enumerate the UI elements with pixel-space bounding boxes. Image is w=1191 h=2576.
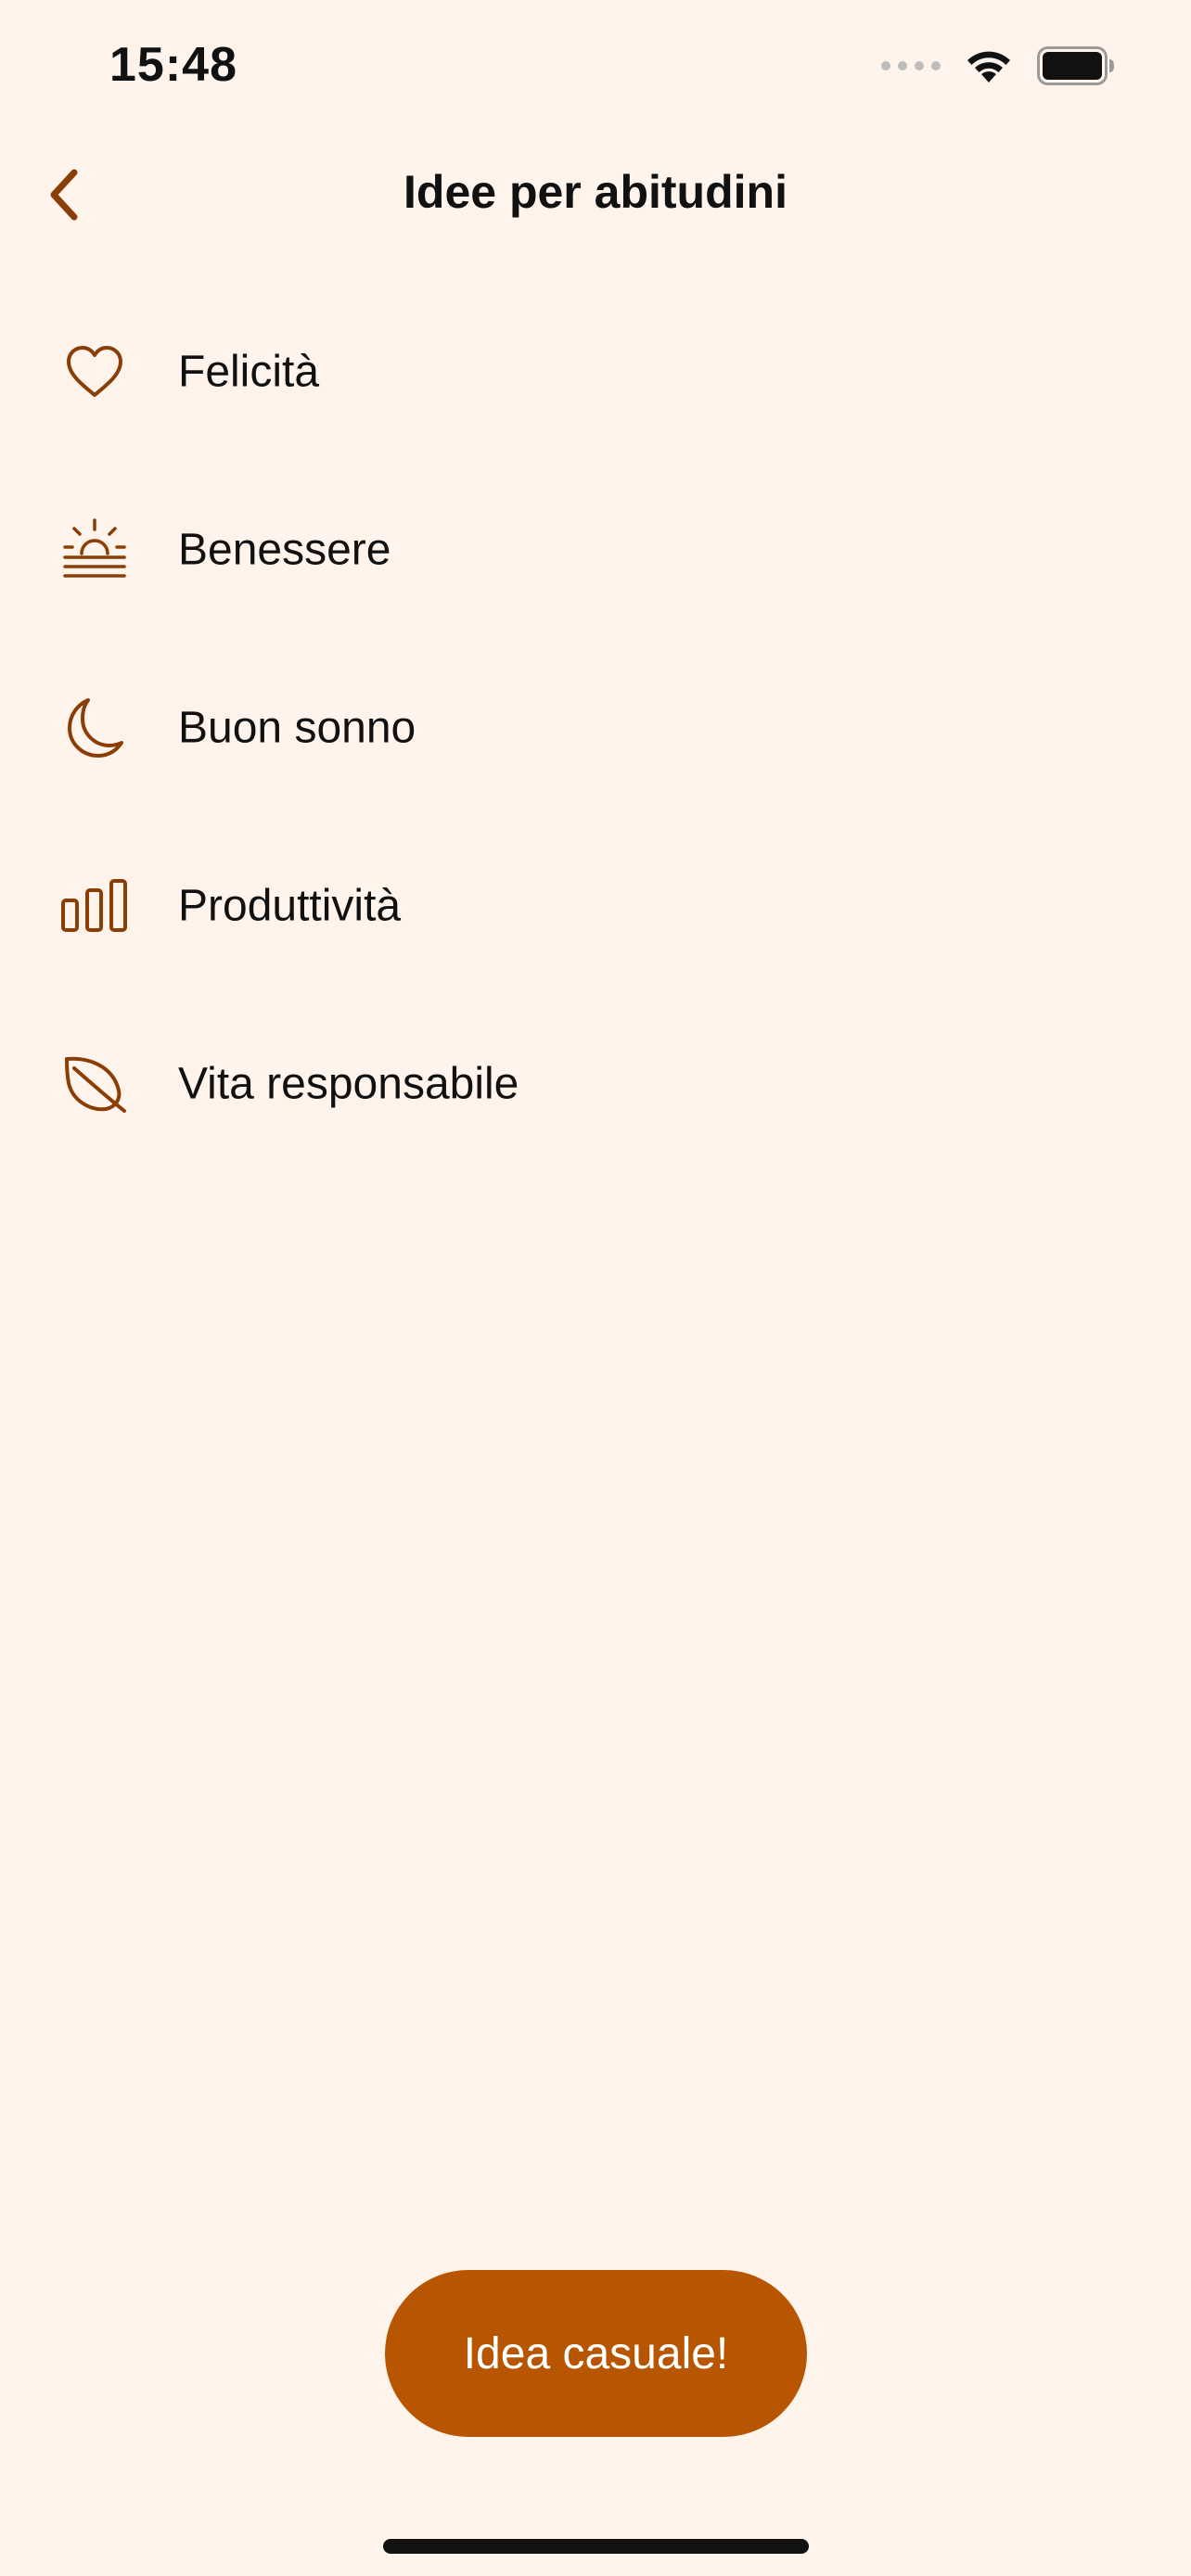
- habit-ideas-screen: 15:48 Idee per abitudini Felicità Beness…: [0, 0, 1191, 2576]
- category-item-felicita[interactable]: Felicità: [0, 283, 1191, 461]
- status-bar: 15:48: [0, 0, 1191, 130]
- status-icons: [881, 46, 1115, 85]
- navigation-bar: Idee per abitudini: [0, 139, 1191, 241]
- category-item-benessere[interactable]: Benessere: [0, 461, 1191, 639]
- battery-icon: [1037, 46, 1114, 85]
- cellular-signal-icon: [881, 61, 941, 70]
- bar-chart-icon: [58, 869, 132, 943]
- category-label: Felicità: [178, 347, 320, 397]
- category-item-produttivita[interactable]: Produttività: [0, 817, 1191, 995]
- random-idea-button-label: Idea casuale!: [463, 2328, 729, 2378]
- leaf-icon: [58, 1047, 132, 1121]
- home-indicator[interactable]: [383, 2539, 809, 2554]
- category-list: Felicità Benessere Buon sonno Produttivi…: [0, 283, 1191, 1173]
- category-item-vita-responsabile[interactable]: Vita responsabile: [0, 995, 1191, 1173]
- status-time: 15:48: [109, 38, 237, 92]
- category-label: Produttività: [178, 881, 402, 931]
- category-label: Buon sonno: [178, 703, 416, 753]
- category-item-buon-sonno[interactable]: Buon sonno: [0, 639, 1191, 817]
- random-idea-button[interactable]: Idea casuale!: [385, 2270, 807, 2437]
- heart-icon: [58, 335, 132, 409]
- sunrise-icon: [58, 513, 132, 587]
- wifi-icon: [967, 51, 1010, 83]
- category-label: Benessere: [178, 525, 391, 575]
- page-title: Idee per abitudini: [403, 166, 788, 218]
- category-label: Vita responsabile: [178, 1059, 519, 1109]
- moon-icon: [58, 691, 132, 765]
